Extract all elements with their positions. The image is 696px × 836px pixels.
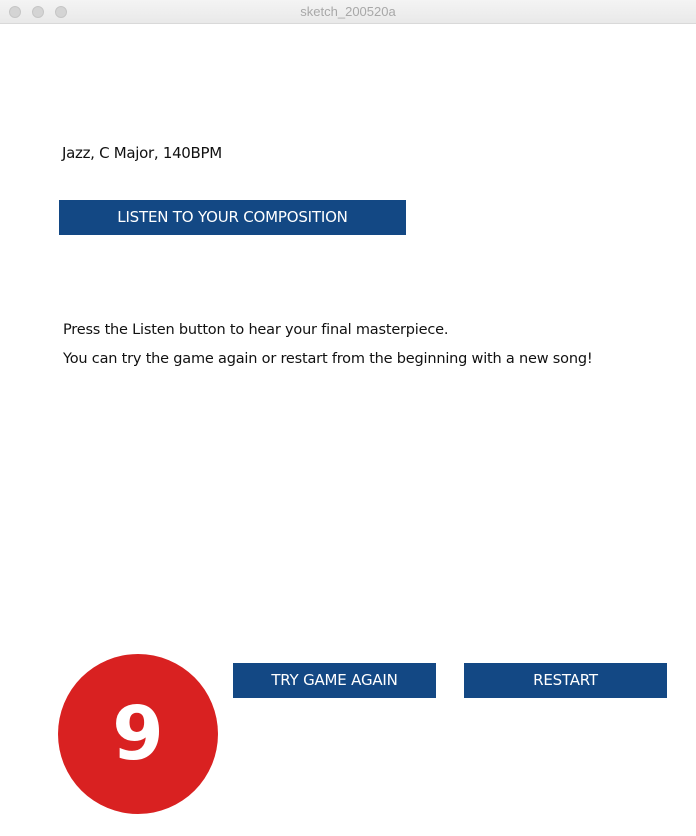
instructions-line-1: Press the Listen button to hear your fin… [63,322,449,338]
app-window: sketch_200520a Jazz, C Major, 140BPM LIS… [0,0,696,836]
restart-button[interactable]: RESTART [464,663,667,698]
window-title: sketch_200520a [300,4,396,19]
try-game-again-button[interactable]: TRY GAME AGAIN [233,663,436,698]
title-bar: sketch_200520a [0,0,696,24]
composition-info: Jazz, C Major, 140BPM [62,144,222,162]
instructions-line-2: You can try the game again or restart fr… [63,351,593,367]
listen-button[interactable]: LISTEN TO YOUR COMPOSITION [59,200,406,235]
instructions-text: Press the Listen button to hear your fin… [63,316,593,374]
sketch-canvas: Jazz, C Major, 140BPM LISTEN TO YOUR COM… [0,24,696,836]
step-number-badge: 9 [58,654,218,814]
